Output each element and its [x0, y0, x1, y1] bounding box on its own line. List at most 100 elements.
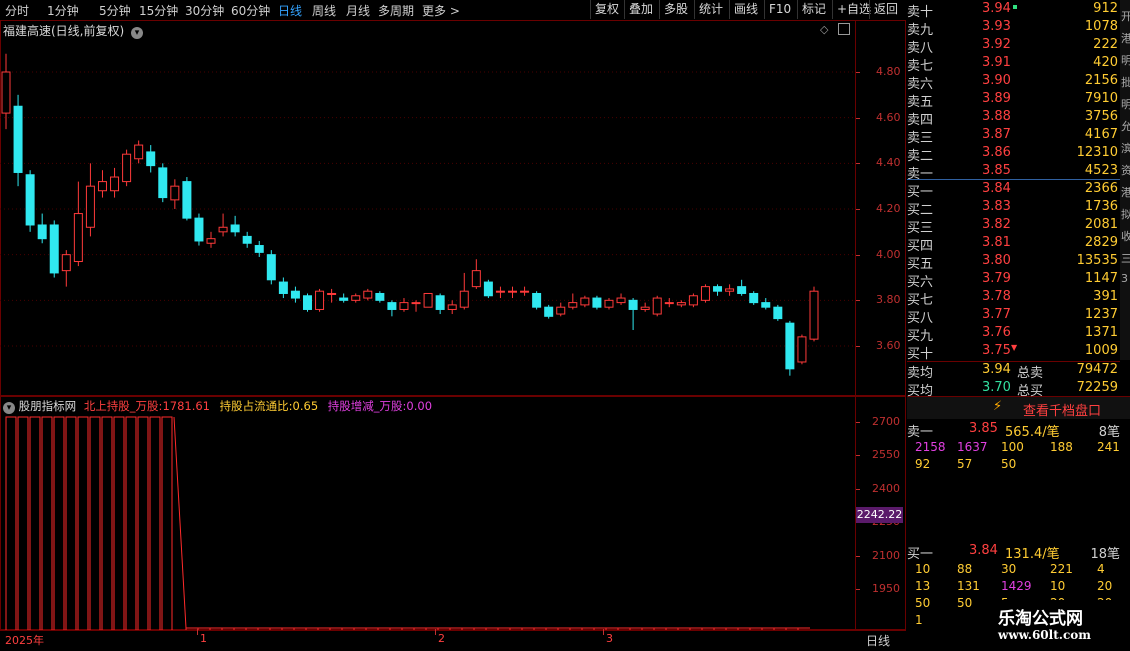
- holding-bar: [29, 416, 41, 630]
- bid-row[interactable]: 买八 3.77 1237: [907, 306, 1120, 326]
- bid-row[interactable]: 买五 3.80 13535: [907, 252, 1120, 272]
- bid-row[interactable]: 买三 3.82 2081: [907, 216, 1120, 236]
- ask-row[interactable]: 卖四 3.88 3756: [907, 108, 1120, 128]
- price-y-axis: 4.80 4.60 4.40 4.20 4.00 3.80 3.60: [856, 20, 906, 396]
- overlay-button[interactable]: 叠加: [624, 0, 657, 19]
- period-toolbar: 分时 1分钟 5分钟 15分钟 30分钟 60分钟 日线 周线 月线 多周期 更…: [0, 0, 905, 21]
- book-level-price: 3.84: [982, 181, 1011, 196]
- candle-body-down: [49, 224, 59, 274]
- candle-body-up: [556, 306, 566, 315]
- candle-body-up: [1, 71, 11, 114]
- ask-row[interactable]: 卖六 3.90 2156: [907, 72, 1120, 92]
- candle-body-down: [628, 299, 638, 310]
- book-level-price: 3.94: [982, 1, 1011, 16]
- bid-row[interactable]: 买一 3.84 2366: [907, 180, 1120, 200]
- book-level-volume: 2829: [1084, 235, 1118, 250]
- candle-body-up: [797, 336, 807, 363]
- queue-order-size: 20: [1097, 579, 1113, 593]
- ask-row[interactable]: 卖九 3.93 1078: [907, 18, 1120, 38]
- side-strip-char: 允: [1121, 120, 1130, 133]
- indicator-y-tick: 2400: [872, 481, 900, 495]
- queue-order-size: 131: [957, 579, 980, 593]
- candle-body-up: [97, 181, 107, 192]
- period-tab-multi[interactable]: 多周期: [378, 2, 414, 19]
- indicator-y-tick: 2550: [872, 448, 900, 462]
- candle-body-up: [411, 302, 421, 305]
- period-tab-60min[interactable]: 60分钟: [231, 2, 270, 19]
- bid-row[interactable]: 买七 3.78 391: [907, 288, 1120, 308]
- candle-body-down: [146, 151, 156, 167]
- queue-order-size: 221: [1050, 562, 1073, 576]
- price-y-tick-mark: [856, 117, 860, 119]
- book-level-price: 3.81: [982, 235, 1011, 250]
- book-level-volume: 2156: [1084, 73, 1118, 88]
- period-tab-weekly[interactable]: 周线: [312, 2, 336, 19]
- candle-body-down: [713, 286, 723, 292]
- ask-row[interactable]: 卖三 3.87 4167: [907, 126, 1120, 146]
- period-tab-monthly[interactable]: 月线: [346, 2, 370, 19]
- queue-order-size: 10: [915, 562, 931, 576]
- bid-row[interactable]: 买四 3.81 2829: [907, 234, 1120, 254]
- candle-body-up: [423, 292, 433, 308]
- candle-body-down: [544, 306, 554, 317]
- book-level-price: 3.77: [982, 307, 1011, 322]
- book-level-price: 3.92: [982, 37, 1011, 52]
- mark-button[interactable]: 标记: [797, 0, 830, 19]
- book-level-price: 3.83: [982, 199, 1011, 214]
- multi-stock-button[interactable]: 多股: [659, 0, 692, 19]
- fuquan-button[interactable]: 复权: [590, 0, 623, 19]
- bid-row[interactable]: 买六 3.79 1147: [907, 270, 1120, 290]
- period-tab-15min[interactable]: 15分钟: [139, 2, 178, 19]
- candle-body-up: [110, 176, 120, 192]
- stats-button[interactable]: 统计: [694, 0, 727, 19]
- side-strip-char: 批: [1121, 76, 1130, 89]
- order-book: 卖十 3.94 912 卖九 3.93 1078 卖八 3.92 222 卖七 3.91 420 卖六 3…: [907, 0, 1120, 395]
- queue-order-size: 92: [915, 457, 931, 471]
- book-level-price: 3.93: [982, 19, 1011, 34]
- period-label[interactable]: 日线: [866, 632, 890, 649]
- qiandang-button[interactable]: 查看千档盘口: [1023, 400, 1101, 419]
- book-level-price: 3.88: [982, 109, 1011, 124]
- sell-average-row: 卖均 3.94 总卖 79472: [907, 361, 1120, 381]
- period-tab-30min[interactable]: 30分钟: [185, 2, 224, 19]
- x-axis: 2025年 1 2 3 日线: [0, 629, 906, 651]
- period-tab-daily[interactable]: 日线: [278, 2, 302, 19]
- side-strip-char: 拟: [1121, 208, 1130, 221]
- candle-body-up: [676, 302, 686, 306]
- draw-line-button[interactable]: 画线: [729, 0, 762, 19]
- book-level-volume: 4523: [1084, 163, 1118, 178]
- book-level-volume: 1371: [1084, 325, 1118, 340]
- period-tab-fenshi[interactable]: 分时: [5, 2, 29, 19]
- watermark: 乐淘公式网 www.60lt.com: [980, 600, 1120, 648]
- queue-order-size: 2158: [915, 440, 946, 454]
- candle-body-up: [700, 286, 710, 301]
- total-sell-volume: 79472: [1076, 362, 1118, 377]
- ask-row[interactable]: 卖七 3.91 420: [907, 54, 1120, 74]
- book-level-label: 买十: [907, 347, 934, 362]
- back-button[interactable]: 返回: [869, 0, 902, 19]
- bid-row[interactable]: 买九 3.76 1371: [907, 324, 1120, 344]
- x-label-jan: 1: [200, 632, 207, 645]
- period-tab-1min[interactable]: 1分钟: [47, 2, 79, 19]
- candle-body-up: [652, 297, 662, 315]
- ask-row[interactable]: 卖八 3.92 222: [907, 36, 1120, 56]
- ask-row[interactable]: 卖十 3.94 912: [907, 0, 1120, 20]
- f10-button[interactable]: F10: [764, 0, 795, 19]
- candle-body-down: [532, 292, 542, 308]
- candle-body-down: [375, 292, 385, 301]
- candle-body-up: [85, 185, 95, 228]
- queue-order-size: 10: [1050, 579, 1066, 593]
- side-strip-char: 港: [1121, 186, 1130, 199]
- candle-body-down: [230, 224, 240, 233]
- period-tab-more[interactable]: 更多 >: [422, 2, 460, 19]
- queue-order-size: 1429: [1001, 579, 1032, 593]
- holding-bar: [53, 416, 65, 630]
- period-tab-5min[interactable]: 5分钟: [99, 2, 131, 19]
- price-y-tick: 3.60: [876, 339, 901, 352]
- book-level-price: 3.87: [982, 127, 1011, 142]
- ask-row[interactable]: 卖二 3.86 12310: [907, 144, 1120, 164]
- side-strip-char: 滨: [1121, 142, 1130, 155]
- ask-row[interactable]: 卖一 3.85 4523: [907, 162, 1120, 182]
- bid-row[interactable]: 买二 3.83 1736: [907, 198, 1120, 218]
- ask-row[interactable]: 卖五 3.89 7910: [907, 90, 1120, 110]
